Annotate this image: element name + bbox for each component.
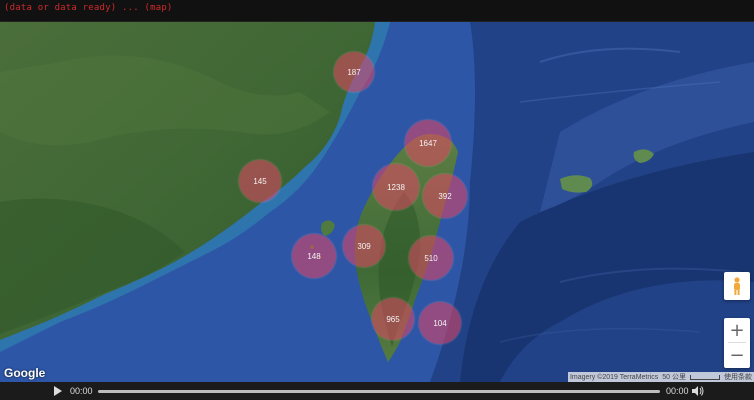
terms-link[interactable]: 使用条款 bbox=[724, 372, 752, 382]
zoom-control: + − bbox=[724, 318, 750, 368]
cluster-count: 965 bbox=[386, 314, 400, 324]
cluster-marker[interactable]: 392 bbox=[423, 174, 467, 218]
cluster-marker[interactable]: 510 bbox=[409, 236, 453, 280]
google-logo: Google bbox=[4, 366, 46, 380]
cluster-count: 145 bbox=[253, 176, 267, 186]
volume-button[interactable] bbox=[692, 385, 704, 397]
cluster-count: 148 bbox=[307, 251, 321, 261]
map-video-frame: (data or data ready) ... (map) 187 1647 … bbox=[0, 0, 754, 400]
cluster-count: 392 bbox=[438, 191, 452, 201]
video-player-bar: 00:00 00:00 bbox=[0, 382, 754, 400]
zoom-out-button[interactable]: − bbox=[724, 343, 750, 367]
cluster-count: 1647 bbox=[419, 138, 437, 148]
pegman-button[interactable] bbox=[724, 272, 750, 300]
cluster-count: 510 bbox=[424, 253, 438, 263]
cluster-marker[interactable]: 309 bbox=[343, 225, 385, 267]
progress-track[interactable] bbox=[98, 389, 660, 393]
cluster-count: 187 bbox=[347, 67, 361, 77]
scale-bar bbox=[690, 374, 720, 380]
cluster-marker[interactable]: 1238 bbox=[373, 164, 419, 210]
cluster-marker[interactable]: 1647 bbox=[405, 120, 451, 166]
cluster-count: 1238 bbox=[387, 182, 405, 192]
play-button[interactable] bbox=[54, 386, 64, 396]
cluster-marker[interactable]: 187 bbox=[334, 52, 374, 92]
duration: 00:00 bbox=[666, 386, 689, 396]
volume-icon bbox=[692, 386, 704, 396]
cluster-marker[interactable]: 148 bbox=[292, 234, 336, 278]
scale-label: 50 公里 bbox=[662, 374, 686, 381]
map-attribution: Imagery ©2019 TerraMetrics 50 公里 使用条款 bbox=[567, 372, 754, 382]
pegman-icon bbox=[734, 277, 740, 295]
imagery-credit: Imagery ©2019 TerraMetrics bbox=[569, 373, 659, 381]
cluster-count: 104 bbox=[433, 318, 447, 328]
cluster-marker[interactable]: 104 bbox=[419, 302, 461, 344]
zoom-in-button[interactable]: + bbox=[724, 318, 750, 342]
current-time: 00:00 bbox=[70, 386, 93, 396]
cluster-marker[interactable]: 145 bbox=[239, 160, 281, 202]
map-canvas[interactable]: 187 1647 145 1238 392 148 309 510 965 10… bbox=[0, 22, 754, 382]
cluster-count: 309 bbox=[357, 241, 371, 251]
cluster-marker[interactable]: 965 bbox=[372, 298, 414, 340]
play-icon bbox=[54, 386, 62, 396]
status-message: (data or data ready) ... (map) bbox=[4, 3, 173, 13]
status-bar: (data or data ready) ... (map) bbox=[0, 0, 754, 22]
